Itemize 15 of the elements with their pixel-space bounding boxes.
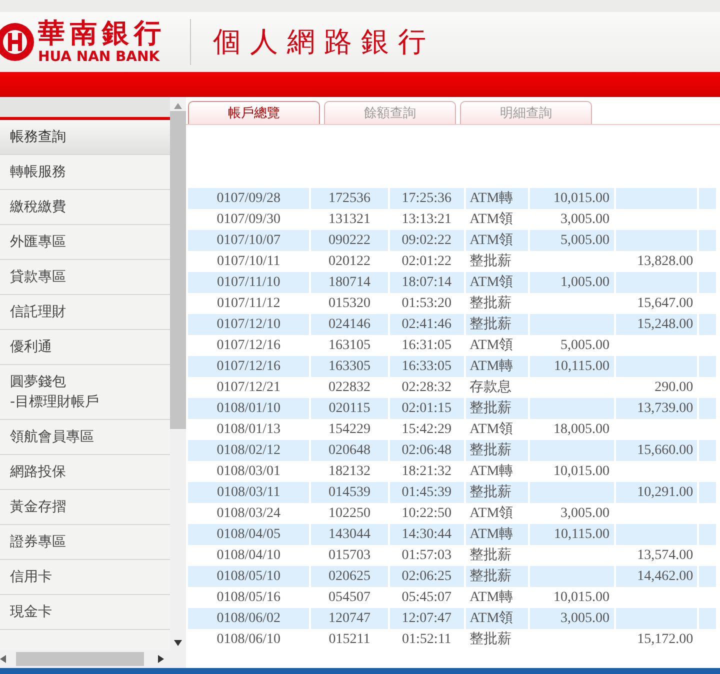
sidebar-item[interactable]: 帳務查詢 — [0, 120, 170, 155]
down-arrow-icon[interactable] — [174, 640, 182, 646]
bank-name: 華南銀行 — [38, 19, 166, 49]
table-cell: 015211 — [310, 629, 389, 650]
vertical-scrollbar[interactable] — [170, 97, 186, 668]
table-cell: 0108/06/10 — [187, 629, 310, 650]
left-arrow-icon[interactable] — [0, 655, 6, 663]
bank-logo-icon — [0, 21, 34, 63]
table-cell: 01:52:11 — [388, 629, 465, 650]
bank-name-english: HUA NAN BANK — [38, 49, 161, 65]
tab[interactable]: 帳戶總覽 — [188, 101, 320, 124]
right-arrow-icon[interactable] — [158, 655, 164, 663]
service-title: 個人網路銀行 — [213, 24, 435, 60]
table-cell: 15,172.00 — [614, 629, 698, 650]
table-cell: 整批薪 — [464, 629, 530, 650]
